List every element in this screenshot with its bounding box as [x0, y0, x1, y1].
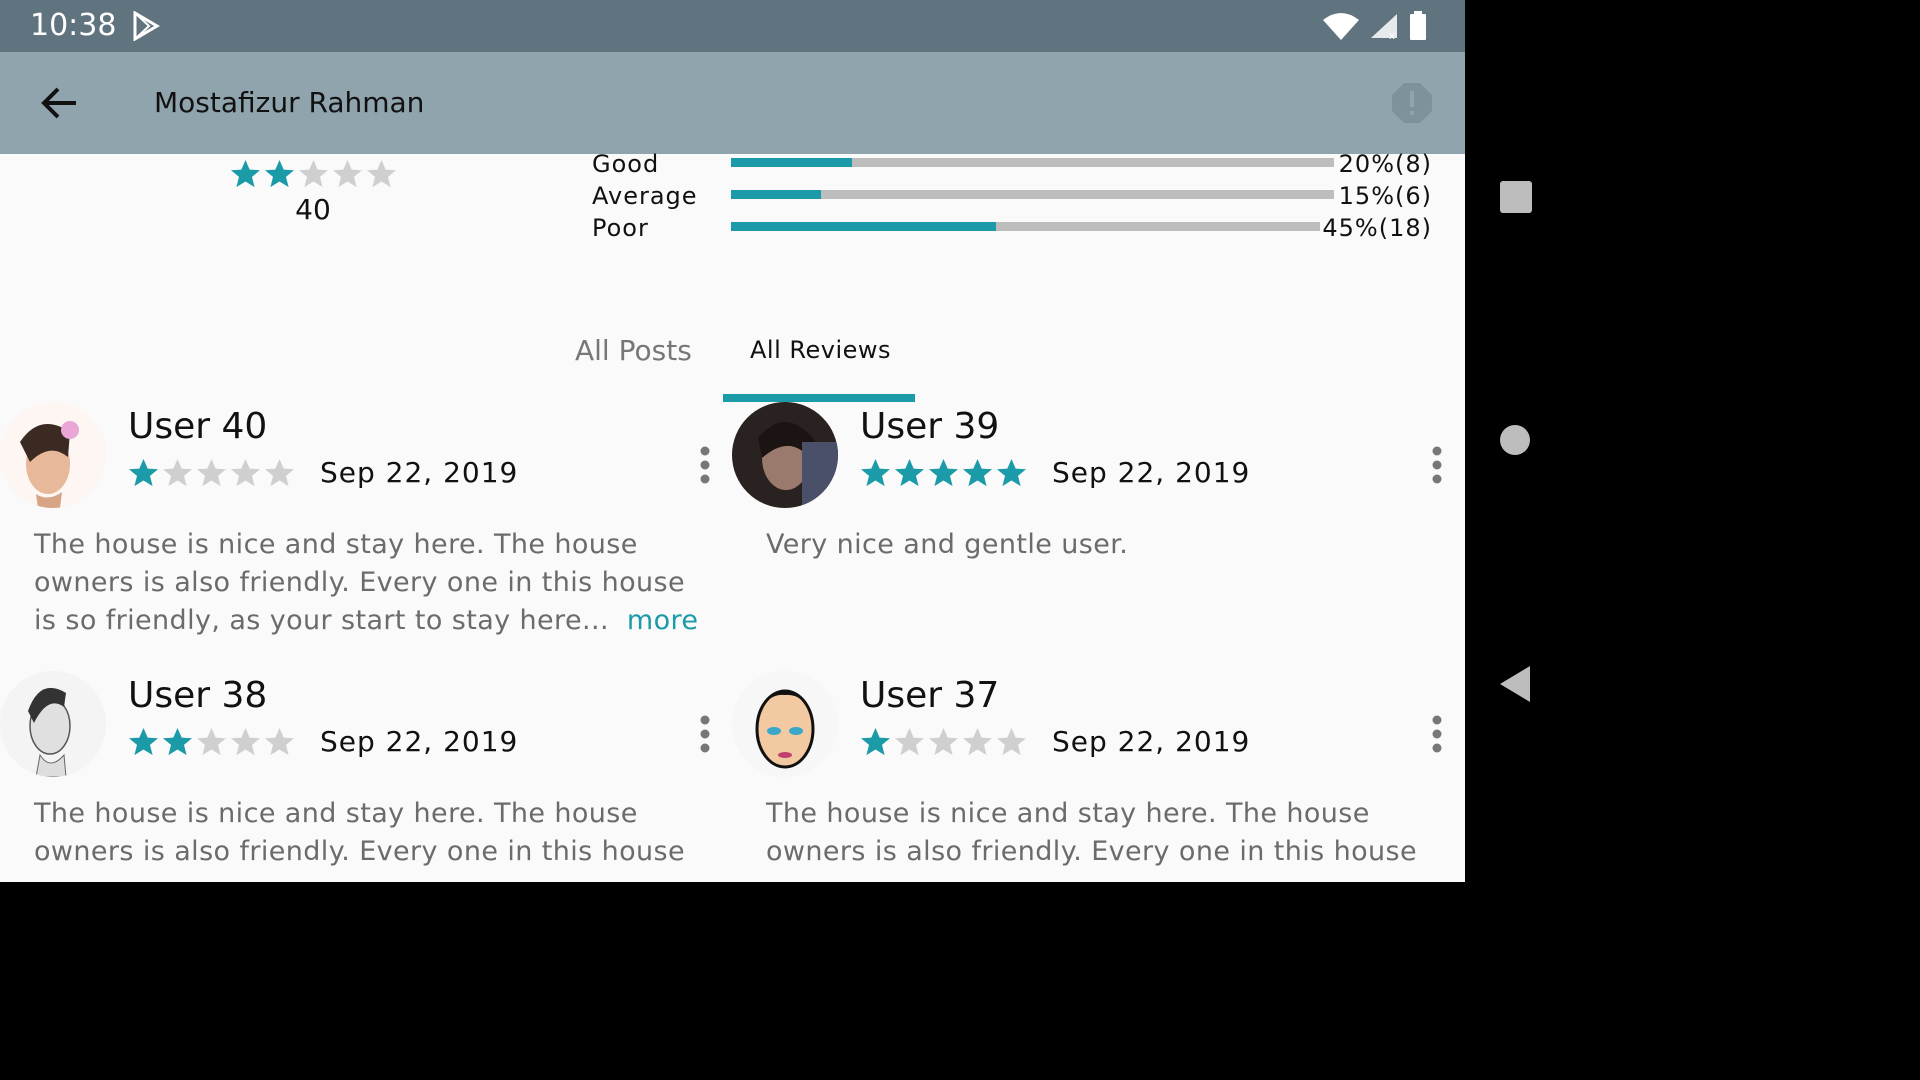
star-filled-icon: [860, 458, 891, 487]
avatar[interactable]: [732, 671, 838, 777]
review-body: The house is nice and stay here. The hou…: [34, 529, 686, 636]
review-date: Sep 22, 2019: [320, 725, 519, 758]
system-icons: x: [1323, 11, 1427, 41]
avatar[interactable]: [732, 402, 838, 508]
status-bar: 10:38 x: [0, 0, 1465, 52]
navigation-bar: [1465, 0, 1568, 882]
review-username: User 37: [860, 675, 1000, 716]
review-stars: [860, 726, 1027, 757]
review-username: User 39: [860, 406, 1000, 447]
star-empty-icon: [894, 727, 925, 756]
signal-icon: x: [1371, 14, 1397, 40]
review-text: The house is nice and stay here. The hou…: [34, 526, 714, 640]
breakdown-percent: 15%(6): [1338, 182, 1432, 210]
review-date: Sep 22, 2019: [1052, 456, 1251, 489]
breakdown-track: [731, 158, 1334, 167]
breakdown-fill: [731, 190, 822, 199]
star-empty-icon: [230, 727, 261, 756]
battery-icon: [1410, 11, 1426, 40]
breakdown-track: [731, 222, 1320, 231]
svg-text:x: x: [1389, 31, 1395, 40]
rating-summary: 40: [228, 158, 398, 226]
more-options-icon[interactable]: [698, 715, 712, 757]
breakdown-fill: [731, 158, 852, 167]
summary-stars: [228, 158, 398, 189]
breakdown-track: [731, 190, 1334, 199]
star-empty-icon: [298, 159, 328, 188]
star-empty-icon: [928, 727, 959, 756]
star-filled-icon: [996, 458, 1027, 487]
star-filled-icon: [128, 727, 159, 756]
back-icon[interactable]: [1499, 664, 1531, 704]
star-empty-icon: [196, 458, 227, 487]
more-options-icon[interactable]: [1430, 715, 1444, 757]
status-time: 10:38: [30, 8, 117, 43]
review-body: The house is nice and stay here. The hou…: [34, 798, 686, 867]
breakdown-percent: 20%(8): [1338, 150, 1432, 178]
breakdown-row-poor: Poor 45%(18): [592, 214, 1432, 246]
star-filled-icon: [860, 727, 891, 756]
app-bar: Mostafizur Rahman: [0, 52, 1465, 154]
star-empty-icon: [996, 727, 1027, 756]
back-arrow-icon[interactable]: [38, 82, 80, 128]
breakdown-label: Average: [592, 182, 698, 210]
tab-all-posts[interactable]: All Posts: [575, 334, 692, 367]
breakdown-row-good: Good 20%(8): [592, 150, 1432, 182]
star-empty-icon: [962, 727, 993, 756]
review-username: User 38: [128, 675, 268, 716]
review-stars: [128, 457, 295, 488]
page-title: Mostafizur Rahman: [154, 86, 425, 119]
review-body: Very nice and gentle user.: [766, 529, 1129, 560]
recents-icon[interactable]: [1499, 180, 1533, 214]
play-store-icon: [132, 10, 160, 45]
star-empty-icon: [332, 159, 362, 188]
breakdown-label: Good: [592, 150, 660, 178]
star-empty-icon: [230, 458, 261, 487]
tab-indicator: [723, 394, 915, 402]
home-icon[interactable]: [1499, 424, 1531, 456]
review-body: The house is nice and stay here. The hou…: [766, 798, 1418, 867]
star-filled-icon: [230, 159, 260, 188]
star-empty-icon: [196, 727, 227, 756]
more-options-icon[interactable]: [698, 446, 712, 488]
more-link[interactable]: more: [627, 605, 699, 636]
review-text: The house is nice and stay here. The hou…: [766, 795, 1446, 871]
review-stars: [128, 726, 295, 757]
star-empty-icon: [366, 159, 396, 188]
star-empty-icon: [162, 458, 193, 487]
tab-bar: All Posts All Reviews: [560, 330, 940, 402]
app-screen: 10:38 x Mostafizur Rahman 40 Good 20%(8)…: [0, 0, 1465, 882]
wifi-icon: [1323, 13, 1359, 40]
avatar[interactable]: [0, 402, 106, 508]
breakdown-fill: [731, 222, 997, 231]
review-username: User 40: [128, 406, 268, 447]
star-filled-icon: [894, 458, 925, 487]
avatar[interactable]: [0, 671, 106, 777]
review-date: Sep 22, 2019: [1052, 725, 1251, 758]
star-filled-icon: [962, 458, 993, 487]
star-filled-icon: [264, 159, 294, 188]
breakdown-percent: 45%(18): [1322, 214, 1432, 242]
more-options-icon[interactable]: [1430, 446, 1444, 488]
review-stars: [860, 457, 1027, 488]
breakdown-label: Poor: [592, 214, 649, 242]
review-text: The house is nice and stay here. The hou…: [34, 795, 714, 871]
star-filled-icon: [162, 727, 193, 756]
breakdown-row-average: Average 15%(6): [592, 182, 1432, 214]
star-empty-icon: [264, 458, 295, 487]
review-date: Sep 22, 2019: [320, 456, 519, 489]
report-icon[interactable]: [1391, 82, 1433, 128]
tab-all-reviews[interactable]: All Reviews: [750, 336, 891, 364]
review-count: 40: [295, 193, 331, 226]
review-text: Very nice and gentle user.: [766, 526, 1446, 564]
star-filled-icon: [128, 458, 159, 487]
star-filled-icon: [928, 458, 959, 487]
star-empty-icon: [264, 727, 295, 756]
